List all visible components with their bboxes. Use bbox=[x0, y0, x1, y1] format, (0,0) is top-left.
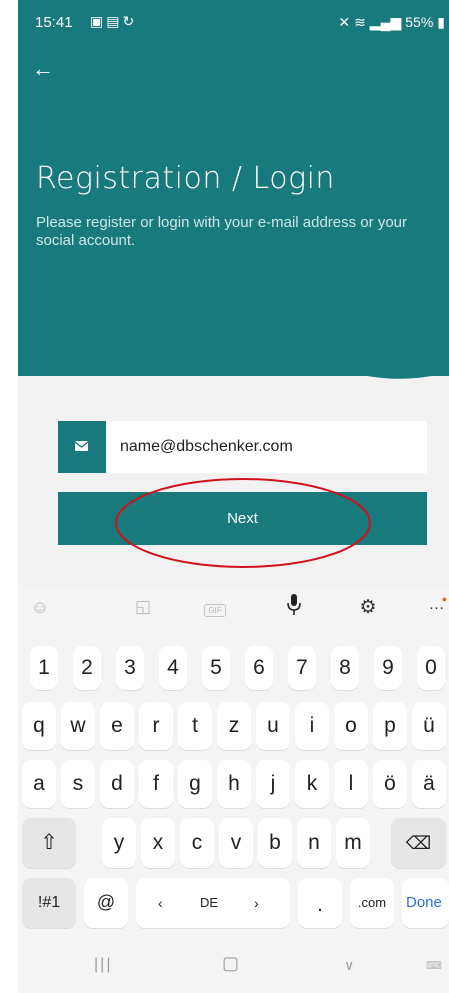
back-arrow-icon[interactable]: ← bbox=[32, 54, 62, 84]
key[interactable]: n bbox=[297, 818, 331, 868]
key[interactable]: p bbox=[373, 702, 407, 750]
key[interactable]: 8 bbox=[331, 646, 359, 690]
message-icon: ▤ bbox=[106, 13, 123, 29]
key[interactable]: d bbox=[100, 760, 134, 808]
key[interactable]: 1 bbox=[30, 646, 58, 690]
at-key[interactable]: @ bbox=[84, 878, 128, 928]
navigation-bar: ||| ▢ ∨ ⌨ bbox=[18, 940, 449, 993]
shift-icon: ⇧ bbox=[40, 831, 58, 854]
backspace-icon: ⌫ bbox=[405, 833, 432, 853]
key[interactable]: u bbox=[256, 702, 290, 750]
key[interactable]: t bbox=[178, 702, 212, 750]
key[interactable]: 7 bbox=[288, 646, 316, 690]
key[interactable]: m bbox=[336, 818, 370, 868]
key[interactable]: 9 bbox=[374, 646, 402, 690]
next-button[interactable]: Next bbox=[58, 492, 427, 545]
status-bar: 15:41 ▣▤↻ ✕ ≋ ▂▄▆ 55% ▮ bbox=[18, 0, 449, 46]
key[interactable]: a bbox=[22, 760, 56, 808]
mic-icon[interactable] bbox=[282, 594, 306, 616]
key[interactable]: z bbox=[217, 702, 251, 750]
key[interactable]: r bbox=[139, 702, 173, 750]
app-screen: 15:41 ▣▤↻ ✕ ≋ ▂▄▆ 55% ▮ ← Registration / Log… bbox=[18, 0, 449, 993]
key[interactable]: 4 bbox=[159, 646, 187, 690]
sync-icon: ↻ bbox=[122, 13, 138, 29]
key[interactable]: j bbox=[256, 760, 290, 808]
key[interactable]: h bbox=[217, 760, 251, 808]
symbols-key[interactable]: !#1 bbox=[22, 878, 76, 928]
battery-icon: ▮ bbox=[437, 14, 445, 30]
space-bar[interactable]: ‹ DE › bbox=[136, 878, 290, 928]
key[interactable]: x bbox=[141, 818, 175, 868]
backspace-key[interactable]: ⌫ bbox=[391, 818, 446, 868]
com-key[interactable]: .com bbox=[350, 878, 394, 928]
key[interactable]: f bbox=[139, 760, 173, 808]
status-time: 15:41 bbox=[35, 14, 73, 31]
mute-icon: ✕ bbox=[338, 14, 351, 30]
language-label: DE bbox=[200, 895, 219, 910]
shift-key[interactable]: ⇧ bbox=[22, 818, 76, 868]
emoji-icon[interactable]: ☺ bbox=[28, 597, 52, 619]
recent-apps-icon[interactable]: ||| bbox=[94, 956, 112, 974]
key[interactable]: k bbox=[295, 760, 329, 808]
key[interactable]: b bbox=[258, 818, 292, 868]
key[interactable]: ü bbox=[412, 702, 446, 750]
key[interactable]: w bbox=[61, 702, 95, 750]
signal-icon: ▂▄▆ bbox=[369, 14, 402, 30]
more-icon[interactable]: … ● bbox=[424, 594, 449, 618]
key[interactable]: q bbox=[22, 702, 56, 750]
mail-icon bbox=[58, 421, 106, 473]
key[interactable]: e bbox=[100, 702, 134, 750]
keyboard: ☺ ◱ GIF ⚙ … ● 1 2 3 4 5 6 7 8 9 0 q w e r… bbox=[18, 588, 449, 993]
key[interactable]: 3 bbox=[116, 646, 144, 690]
key[interactable]: 0 bbox=[417, 646, 445, 690]
keyboard-hide-icon[interactable]: ⌨ bbox=[426, 959, 442, 972]
email-input-value[interactable]: name@dbschenker.com bbox=[120, 438, 293, 456]
key[interactable]: 2 bbox=[73, 646, 101, 690]
dot-key[interactable]: . bbox=[298, 878, 342, 928]
sticker-icon[interactable]: ◱ bbox=[131, 597, 155, 619]
key[interactable]: i bbox=[295, 702, 329, 750]
key[interactable]: ö bbox=[373, 760, 407, 808]
page-subtitle: Please register or login with your e-mai… bbox=[36, 214, 407, 249]
key[interactable]: 5 bbox=[202, 646, 230, 690]
settings-icon[interactable]: ⚙ bbox=[356, 596, 380, 618]
key[interactable]: ä bbox=[412, 760, 446, 808]
email-field[interactable]: name@dbschenker.com bbox=[58, 421, 427, 473]
home-icon[interactable]: ▢ bbox=[222, 953, 239, 974]
wifi-icon: ≋ bbox=[354, 14, 366, 30]
arrow-right-icon: › bbox=[254, 895, 259, 911]
key[interactable]: y bbox=[102, 818, 136, 868]
key[interactable]: l bbox=[334, 760, 368, 808]
key[interactable]: o bbox=[334, 702, 368, 750]
battery-percent: 55% bbox=[405, 14, 434, 30]
arrow-left-icon: ‹ bbox=[158, 895, 163, 911]
done-key[interactable]: Done bbox=[402, 878, 449, 928]
notification-icons: ▣▤↻ bbox=[90, 13, 137, 30]
gif-icon[interactable]: GIF bbox=[204, 601, 226, 623]
key[interactable]: 6 bbox=[245, 646, 273, 690]
image-icon: ▣ bbox=[90, 13, 107, 29]
key[interactable]: c bbox=[180, 818, 214, 868]
key[interactable]: g bbox=[178, 760, 212, 808]
back-chevron-icon[interactable]: ∨ bbox=[344, 957, 354, 974]
key[interactable]: s bbox=[61, 760, 95, 808]
key[interactable]: v bbox=[219, 818, 253, 868]
page-title: Registration / Login bbox=[36, 161, 335, 196]
status-right: ✕ ≋ ▂▄▆ 55% ▮ bbox=[334, 14, 445, 31]
header-wave bbox=[18, 280, 449, 379]
keyboard-toolbar: ☺ ◱ GIF ⚙ … ● bbox=[18, 588, 449, 632]
